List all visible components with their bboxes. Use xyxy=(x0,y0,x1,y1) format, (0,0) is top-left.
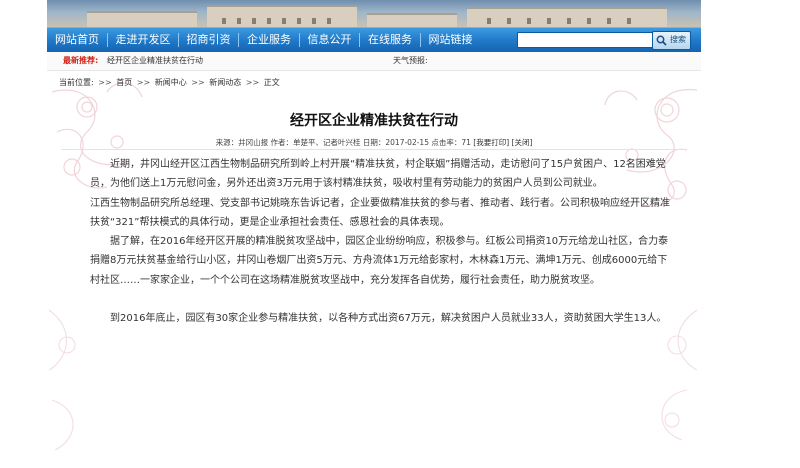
breadcrumb-separator: >> xyxy=(191,78,205,87)
breadcrumb-separator: >> xyxy=(245,78,260,87)
breadcrumb-separator: >> xyxy=(98,78,112,87)
weather-label: 天气预报: xyxy=(393,56,428,65)
close-link[interactable]: [关闭] xyxy=(512,138,533,147)
article-title: 经开区企业精准扶贫在行动 xyxy=(290,113,458,129)
search-button[interactable]: 搜索 xyxy=(652,31,691,50)
breadcrumb-prefix: 当前位置: xyxy=(59,78,94,87)
main-nav: 网站首页 走进开发区 招商引资 企业服务 信息公开 在线服务 网站链接 搜索 xyxy=(47,27,701,53)
nav-item-online-service[interactable]: 在线服务 xyxy=(360,28,420,52)
breadcrumb-separator: >> xyxy=(136,78,151,87)
latest-news-link[interactable]: 经开区企业精准扶贫在行动 xyxy=(107,52,203,70)
article-paragraph: 据了解，在2016年经开区开展的精准脱贫攻坚战中，园区企业纷纷响应，积极参与。红… xyxy=(90,236,669,286)
article-paragraph: 江西生物制品研究所总经理、党支部书记姚晓东告诉记者，企业要做精准扶贫的参与者、推… xyxy=(90,197,670,228)
article-body: 近期，井冈山经开区江西生物制品研究所到岭上村开展“精准扶贫，村企联姻”捐赠活动，… xyxy=(90,155,670,328)
breadcrumb-news[interactable]: 新闻动态 xyxy=(209,78,241,87)
title-divider xyxy=(61,149,687,150)
article-meta-text: 来源：井冈山报 作者：单楚平、记者叶兴桂 日期：2017-02-15 点击率：7… xyxy=(215,138,471,147)
info-bar: 最新推荐: 经开区企业精准扶贫在行动 天气预报: xyxy=(47,52,701,71)
search-input[interactable] xyxy=(517,32,653,48)
article-paragraph: 近期，井冈山经开区江西生物制品研究所到岭上村开展“精准扶贫，村企联姻”捐赠活动，… xyxy=(90,159,666,190)
nav-item-enterprise-service[interactable]: 企业服务 xyxy=(239,28,299,52)
header-banner-image xyxy=(47,0,701,27)
nav-item-links[interactable]: 网站链接 xyxy=(421,28,480,52)
nav-item-home[interactable]: 网站首页 xyxy=(47,28,107,52)
nav-item-about-zone[interactable]: 走进开发区 xyxy=(108,28,178,52)
nav-item-investment[interactable]: 招商引资 xyxy=(179,28,238,52)
article-paragraph: 到2016年底止，园区有30家企业参与精准扶贫，以各种方式出资67万元，解决贫困… xyxy=(110,313,667,325)
search-icon xyxy=(656,35,667,46)
nav-item-info-disclosure[interactable]: 信息公开 xyxy=(300,28,359,52)
breadcrumb-news-center[interactable]: 新闻中心 xyxy=(155,78,187,87)
latest-label: 最新推荐: xyxy=(63,56,99,65)
breadcrumb: 当前位置: >> 首页 >> 新闻中心 >> 新闻动态 >> 正文 xyxy=(59,77,282,88)
breadcrumb-home[interactable]: 首页 xyxy=(116,78,132,87)
page: 网站首页 走进开发区 招商引资 企业服务 信息公开 在线服务 网站链接 搜索 最… xyxy=(47,0,701,468)
breadcrumb-current: 正文 xyxy=(263,78,280,87)
print-link[interactable]: [我要打印] xyxy=(473,138,509,147)
article-meta: 来源：井冈山报 作者：单楚平、记者叶兴桂 日期：2017-02-15 点击率：7… xyxy=(47,137,701,148)
search-button-label: 搜索 xyxy=(670,35,686,44)
